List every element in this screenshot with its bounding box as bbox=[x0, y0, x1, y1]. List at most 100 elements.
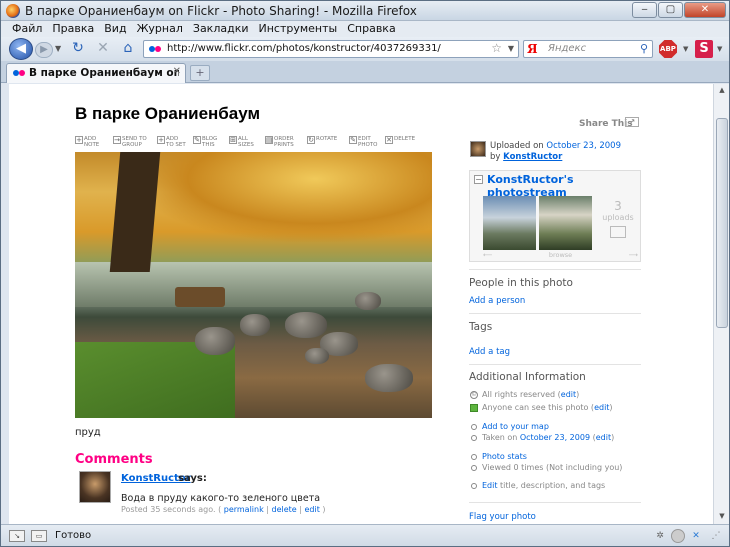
browser-window: В парке Ораниенбаум on Flickr - Photo Sh… bbox=[0, 0, 730, 547]
divider bbox=[469, 269, 641, 270]
add-person-link[interactable]: Add a person bbox=[469, 296, 525, 306]
tool-add-to-set[interactable]: + ADD TO SET bbox=[157, 136, 186, 150]
minimize-button[interactable]: ‒ bbox=[632, 2, 657, 18]
s-extension-dropdown-icon[interactable]: ▼ bbox=[717, 45, 722, 53]
photo-autumn-canopy bbox=[135, 152, 432, 242]
tab-flickr[interactable]: В парке Ораниенбаум on Flickr - Pho... ✕ bbox=[6, 63, 186, 83]
tool-send-to-group[interactable]: → SEND TO GROUP bbox=[113, 136, 150, 150]
uploaded-date-link[interactable]: October 23, 2009 bbox=[546, 141, 621, 151]
add-tag-link[interactable]: Add a tag bbox=[469, 347, 510, 357]
page-content: В парке Ораниенбаум Share This ↗ + ADD NO… bbox=[9, 84, 713, 524]
edit-link[interactable]: Edit bbox=[482, 481, 498, 490]
tool-rotate[interactable]: ↻ ROTATE bbox=[307, 136, 342, 150]
search-placeholder[interactable]: Яндекс bbox=[548, 43, 586, 54]
menu-bookmarks[interactable]: Закладки bbox=[188, 21, 254, 37]
url-bar[interactable]: http://www.flickr.com/photos/konstructor… bbox=[143, 40, 519, 58]
tool-delete[interactable]: ✕ DELETE bbox=[385, 136, 418, 150]
comment-delete-link[interactable]: delete bbox=[272, 505, 297, 514]
taken-date-link[interactable]: October 23, 2009 bbox=[520, 433, 590, 442]
resize-grip-icon[interactable]: ⋰ bbox=[709, 529, 723, 543]
comment-permalink[interactable]: permalink bbox=[224, 505, 264, 514]
tool-order-prints[interactable]: ▤ ORDER PRINTS bbox=[265, 136, 300, 150]
bookmark-star-icon[interactable]: ☆ bbox=[491, 41, 502, 55]
tool-all-sizes[interactable]: ⊞ ALL SIZES bbox=[229, 136, 258, 150]
status-icon-1[interactable]: ↘ bbox=[9, 530, 25, 542]
menu-help[interactable]: Справка bbox=[342, 21, 400, 37]
main-photo[interactable] bbox=[75, 152, 432, 418]
rights-info: All rights reserved (edit) bbox=[482, 390, 580, 399]
divider bbox=[469, 313, 641, 314]
uploader-link[interactable]: KonstRuctor bbox=[503, 152, 562, 162]
search-box[interactable]: Я Яндекс ⚲ bbox=[523, 40, 653, 58]
menu-history[interactable]: Журнал bbox=[132, 21, 188, 37]
comments-heading: Comments bbox=[75, 452, 153, 467]
menu-edit[interactable]: Правка bbox=[47, 21, 99, 37]
menu-view[interactable]: Вид bbox=[99, 21, 131, 37]
title-bar[interactable]: В парке Ораниенбаум on Flickr - Photo Sh… bbox=[1, 1, 729, 21]
flag-photo-link[interactable]: Flag your photo bbox=[469, 512, 536, 522]
people-heading: People in this photo bbox=[469, 277, 573, 289]
visibility-info: Anyone can see this photo (edit) bbox=[482, 403, 613, 412]
maximize-button[interactable]: ▢ bbox=[658, 2, 683, 18]
visibility-edit-link[interactable]: edit bbox=[594, 403, 609, 412]
delicious-icon[interactable]: ✕ bbox=[689, 529, 703, 543]
status-icon-2[interactable]: ▭ bbox=[31, 530, 47, 542]
tool-edit-photo[interactable]: ✎ EDIT PHOTO bbox=[349, 136, 378, 150]
photostream-thumb[interactable] bbox=[483, 196, 536, 250]
add-note-icon: + bbox=[75, 136, 83, 144]
uploads-count: 3 bbox=[614, 199, 622, 213]
adblock-dropdown-icon[interactable]: ▼ bbox=[683, 45, 688, 53]
add-to-map-link[interactable]: Add to your map bbox=[482, 422, 549, 431]
rights-edit-link[interactable]: edit bbox=[561, 390, 576, 399]
reload-icon[interactable]: ↻ bbox=[69, 40, 87, 56]
comment-edit-link[interactable]: edit bbox=[305, 505, 320, 514]
vertical-scrollbar[interactable]: ▲ ▼ bbox=[713, 84, 729, 524]
photostream-thumb[interactable] bbox=[539, 196, 592, 250]
photo-rock bbox=[355, 292, 381, 310]
commenter-avatar[interactable] bbox=[79, 471, 111, 503]
stats-bullet-icon bbox=[471, 454, 477, 460]
additional-info-heading: Additional Information bbox=[469, 371, 586, 383]
scroll-up-icon[interactable]: ▲ bbox=[716, 86, 728, 96]
adblock-icon[interactable]: ABP bbox=[659, 40, 677, 58]
share-icon[interactable]: ↗ bbox=[625, 117, 639, 127]
scroll-down-icon[interactable]: ▼ bbox=[716, 512, 728, 522]
prev-arrow-icon[interactable]: ⟵ bbox=[483, 251, 492, 259]
next-arrow-icon[interactable]: ⟶ bbox=[629, 251, 638, 259]
uploader-by: by KonstRuctor bbox=[490, 152, 562, 162]
taken-edit-link[interactable]: edit bbox=[596, 433, 611, 442]
close-button[interactable]: ✕ bbox=[684, 2, 726, 18]
tool-add-note[interactable]: + ADD NOTE bbox=[75, 136, 106, 150]
forward-button[interactable]: ▶ bbox=[35, 42, 53, 58]
photo-tree-trunk bbox=[109, 152, 161, 272]
s-extension-icon[interactable]: S bbox=[695, 40, 713, 58]
menu-file[interactable]: Файл bbox=[7, 21, 47, 37]
settings-gear-icon[interactable]: ✲ bbox=[653, 529, 667, 543]
uploader-avatar[interactable] bbox=[470, 141, 486, 157]
photo-stats-link[interactable]: Photo stats bbox=[482, 452, 527, 461]
comment-posted-end: ) bbox=[322, 505, 326, 514]
stop-icon[interactable]: ✕ bbox=[94, 40, 112, 56]
new-tab-button[interactable]: + bbox=[190, 65, 210, 81]
taken-info: Taken on October 23, 2009 (edit) bbox=[482, 433, 615, 442]
tool-blog-this[interactable]: ✎ BLOG THIS bbox=[193, 136, 222, 150]
tab-label[interactable]: В парке Ораниенбаум on Flickr - Pho... bbox=[29, 67, 179, 79]
back-button[interactable]: ◀ bbox=[9, 38, 33, 60]
home-icon[interactable]: ⌂ bbox=[119, 40, 137, 56]
tool-label: ADD NOTE bbox=[84, 136, 100, 148]
collapse-icon[interactable]: − bbox=[474, 175, 483, 184]
browse-label[interactable]: browse bbox=[549, 251, 572, 259]
photo-description: пруд bbox=[75, 427, 101, 438]
rights-text: All rights reserved bbox=[482, 390, 556, 399]
yandex-icon[interactable]: Я bbox=[527, 42, 538, 56]
status-circle-icon[interactable] bbox=[671, 529, 685, 543]
url-text[interactable]: http://www.flickr.com/photos/konstructor… bbox=[167, 43, 441, 54]
slideshow-icon[interactable] bbox=[610, 226, 626, 238]
by-prefix: by bbox=[490, 152, 501, 162]
scroll-thumb[interactable] bbox=[716, 118, 728, 328]
menu-tools[interactable]: Инструменты bbox=[254, 21, 343, 37]
url-dropdown-icon[interactable]: ▼ bbox=[508, 44, 514, 53]
tab-close-icon[interactable]: ✕ bbox=[173, 66, 181, 77]
history-dropdown-icon[interactable]: ▼ bbox=[55, 44, 61, 53]
search-icon[interactable]: ⚲ bbox=[640, 42, 648, 55]
